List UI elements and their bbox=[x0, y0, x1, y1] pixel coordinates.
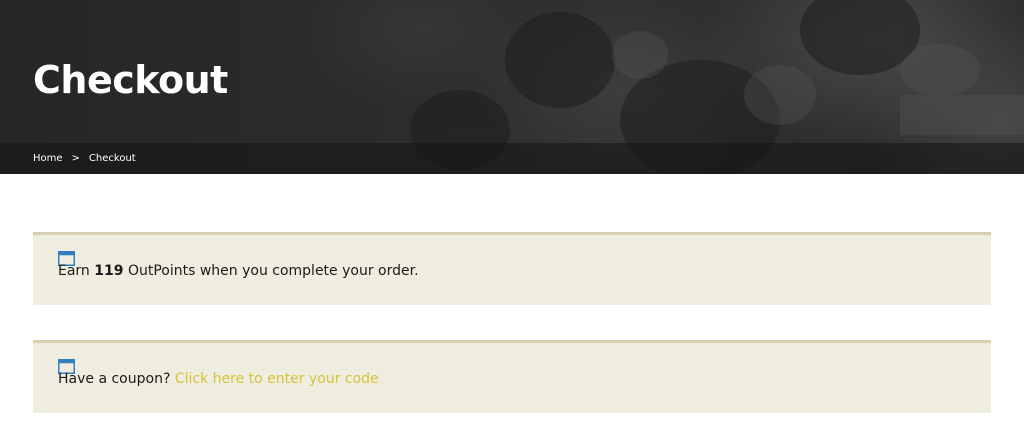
show-coupon-link[interactable]: Click here to enter your code bbox=[175, 371, 379, 387]
points-notice: Earn 119 OutPoints when you complete you… bbox=[33, 232, 991, 305]
points-value: 119 bbox=[94, 263, 124, 279]
points-prefix: Earn bbox=[58, 263, 95, 279]
page-title: Checkout bbox=[33, 58, 228, 102]
breadcrumb-separator: > bbox=[71, 153, 80, 164]
page-hero: Checkout Home > Checkout bbox=[0, 0, 1024, 174]
coupon-prompt: Have a coupon? bbox=[58, 371, 175, 387]
coupon-notice: Have a coupon? Click here to enter your … bbox=[33, 340, 991, 413]
points-message: Earn 119 OutPoints when you complete you… bbox=[58, 261, 419, 281]
points-suffix: OutPoints when you complete your order. bbox=[123, 263, 419, 279]
breadcrumb-home-link[interactable]: Home bbox=[33, 153, 63, 164]
breadcrumb: Home > Checkout bbox=[0, 143, 1024, 174]
coupon-message: Have a coupon? Click here to enter your … bbox=[58, 369, 379, 389]
breadcrumb-current: Checkout bbox=[88, 153, 136, 164]
